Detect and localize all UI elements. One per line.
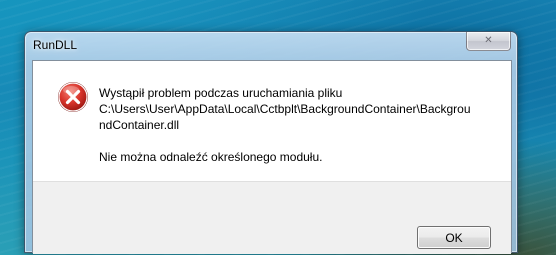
error-detail: Nie można odnaleźć określonego modułu. (99, 150, 323, 164)
window-title: RunDLL (33, 38, 78, 52)
dialog-client-area: Wystąpił problem podczas uruchamiania pl… (32, 60, 512, 254)
button-bar: OK (33, 181, 511, 254)
error-message: Wystąpił problem podczas uruchamiania pl… (99, 85, 494, 165)
message-spacer (99, 133, 494, 149)
rundll-dialog-window: RunDLL ✕ Wystąpił problem podczas urucha… (24, 31, 518, 254)
message-line: C:\Users\User\AppData\Local\Cctbplt\Back… (99, 102, 471, 116)
message-line: Wystąpił problem podczas uruchamiania pl… (99, 86, 343, 100)
title-bar[interactable]: RunDLL ✕ (25, 32, 517, 60)
message-area: Wystąpił problem podczas uruchamiania pl… (33, 61, 511, 181)
ok-button[interactable]: OK (417, 226, 491, 249)
error-icon (58, 82, 88, 112)
message-line: ndContainer.dll (99, 118, 180, 132)
close-button[interactable]: ✕ (466, 32, 511, 51)
close-icon: ✕ (484, 35, 493, 46)
